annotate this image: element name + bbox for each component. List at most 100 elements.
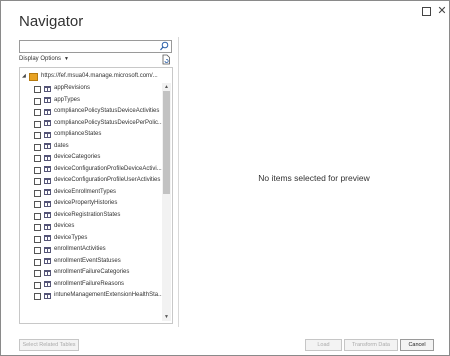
table-icon: [44, 143, 51, 149]
tree-item-checkbox[interactable]: [34, 270, 41, 277]
tree-item[interactable]: deviceEnrollmentTypes: [20, 187, 162, 199]
tree-item-checkbox[interactable]: [34, 166, 41, 174]
tree-item[interactable]: deviceConfigurationProfileUserActivities: [20, 175, 162, 187]
tree-item-label: deviceEnrollmentTypes: [54, 188, 117, 195]
tree-item[interactable]: appRevisions: [20, 83, 162, 95]
tree-item[interactable]: enrollmentEventStatuses: [20, 256, 162, 268]
tree-item[interactable]: devices: [20, 221, 162, 233]
table-icon: [44, 235, 51, 241]
tree-item-checkbox[interactable]: [34, 178, 41, 185]
tree-item-checkbox[interactable]: [34, 109, 41, 116]
tree-item-checkbox[interactable]: [34, 155, 41, 162]
search-input[interactable]: [19, 40, 172, 53]
select-related-tables-button[interactable]: Select Related Tables: [19, 339, 79, 351]
tree-item[interactable]: deviceCategories: [20, 152, 162, 164]
tree-item-checkbox[interactable]: [34, 97, 41, 105]
tree-item-label: compliancePolicyStatusDevicePerPolic...: [54, 119, 162, 126]
close-icon: ✕: [437, 5, 447, 17]
navigator-window: Navigator ✕ Display Options ▼ ◢ https://f…: [0, 0, 450, 356]
tree-item[interactable]: intuneManagementExtensionHealthSta...: [20, 290, 162, 302]
table-icon: [44, 189, 51, 195]
table-icon: [44, 177, 51, 184]
tree-item-checkbox[interactable]: [34, 212, 41, 220]
tree-item-label: devices: [54, 223, 75, 229]
tree-item-label: intuneManagementExtensionHealthSta...: [54, 292, 162, 298]
tree-item[interactable]: enrollmentFailureCategories: [20, 267, 162, 279]
table-icon: [44, 166, 51, 172]
tree-item-label: appTypes: [54, 96, 81, 103]
tree-item[interactable]: dates: [20, 141, 162, 153]
table-icon: [44, 154, 51, 161]
load-button[interactable]: Load: [305, 339, 342, 351]
table-icon: [44, 200, 51, 207]
tree-item-label: deviceCategories: [54, 154, 101, 160]
search-icon[interactable]: [159, 41, 169, 52]
tree-item-checkbox[interactable]: [34, 293, 41, 300]
tree-item-checkbox[interactable]: [34, 86, 41, 93]
table-icon: [44, 85, 51, 92]
tree-item-checkbox[interactable]: [34, 224, 41, 231]
tree-item[interactable]: compliancePolicyStatusDeviceActivities: [20, 106, 162, 118]
tree-item-checkbox[interactable]: [34, 258, 41, 266]
tree-item-label: deviceConfigurationProfileDeviceActivi..…: [54, 165, 162, 172]
close-button[interactable]: ✕: [435, 4, 449, 18]
table-icon: [44, 131, 51, 138]
tree-item[interactable]: enrollmentFailureReasons: [20, 279, 162, 291]
table-icon: [44, 292, 51, 299]
tree-item-label: enrollmentFailureReasons: [54, 280, 125, 287]
refresh-icon[interactable]: [161, 54, 171, 65]
tree-item[interactable]: compliancePolicyStatusDevicePerPolic...: [20, 118, 162, 130]
table-icon: [44, 223, 51, 230]
tree-items: appRevisions appTypes compliancePolicyStat…: [20, 83, 162, 302]
tree-item-checkbox[interactable]: [34, 281, 41, 289]
display-options-label: Display Options: [19, 56, 62, 62]
tree-item-checkbox[interactable]: [34, 132, 41, 139]
maximize-button[interactable]: [419, 4, 433, 18]
tree-item-label: appRevisions: [54, 85, 91, 91]
chevron-down-icon: ▼: [64, 56, 69, 62]
tree-item-label: complianceStates: [54, 131, 102, 137]
transform-data-button[interactable]: Transform Data: [344, 339, 398, 351]
tree-item[interactable]: deviceConfigurationProfileDeviceActivi..…: [20, 164, 162, 176]
table-icon: [44, 212, 51, 218]
navigator-tree: ◢ https://fef.msua04.manage.microsoft.co…: [19, 67, 173, 324]
tree-item-label: devicePropertyHistories: [54, 200, 118, 206]
tree-item-checkbox[interactable]: [34, 247, 41, 254]
tree-item-checkbox[interactable]: [34, 201, 41, 208]
cancel-button[interactable]: Cancel: [400, 339, 434, 351]
scrollbar-thumb[interactable]: [163, 91, 170, 194]
tree-item-checkbox[interactable]: [34, 143, 41, 151]
tree-item-label: deviceConfigurationProfileUserActivities: [54, 177, 161, 183]
database-icon: [29, 73, 38, 81]
tree-scrollbar[interactable]: ▲ ▼: [162, 83, 171, 321]
maximize-icon: [421, 7, 431, 16]
tree-item[interactable]: deviceTypes: [20, 233, 162, 245]
tree-root-label: https://fef.msua04.manage.microsoft.com/…: [41, 73, 158, 79]
tree-item[interactable]: appTypes: [20, 95, 162, 107]
tree-item-label: enrollmentEventStatuses: [54, 257, 121, 264]
tree-root-node[interactable]: ◢ https://fef.msua04.manage.microsoft.co…: [20, 71, 170, 82]
tree-item-checkbox[interactable]: [34, 189, 41, 197]
tree-item-label: enrollmentFailureCategories: [54, 269, 130, 275]
preview-message: No items selected for preview: [258, 173, 370, 183]
table-icon: [44, 246, 51, 253]
scroll-up-icon[interactable]: ▲: [162, 83, 171, 91]
tree-item-label: compliancePolicyStatusDeviceActivities: [54, 108, 160, 114]
table-icon: [44, 108, 51, 115]
table-icon: [44, 258, 51, 264]
tree-item[interactable]: complianceStates: [20, 129, 162, 141]
display-options-dropdown[interactable]: Display Options ▼: [19, 56, 69, 62]
window-title: Navigator: [19, 13, 84, 30]
tree-item[interactable]: deviceRegistrationStates: [20, 210, 162, 222]
tree-item[interactable]: devicePropertyHistories: [20, 198, 162, 210]
table-icon: [44, 97, 51, 103]
table-icon: [44, 269, 51, 276]
table-icon: [44, 281, 51, 287]
table-icon: [44, 120, 51, 126]
tree-item-checkbox[interactable]: [34, 235, 41, 243]
scroll-down-icon[interactable]: ▼: [162, 313, 171, 321]
tree-item-checkbox[interactable]: [34, 120, 41, 128]
tree-item[interactable]: enrollmentActivities: [20, 244, 162, 256]
tree-item-label: dates: [54, 142, 69, 149]
collapse-icon[interactable]: ◢: [22, 71, 26, 82]
